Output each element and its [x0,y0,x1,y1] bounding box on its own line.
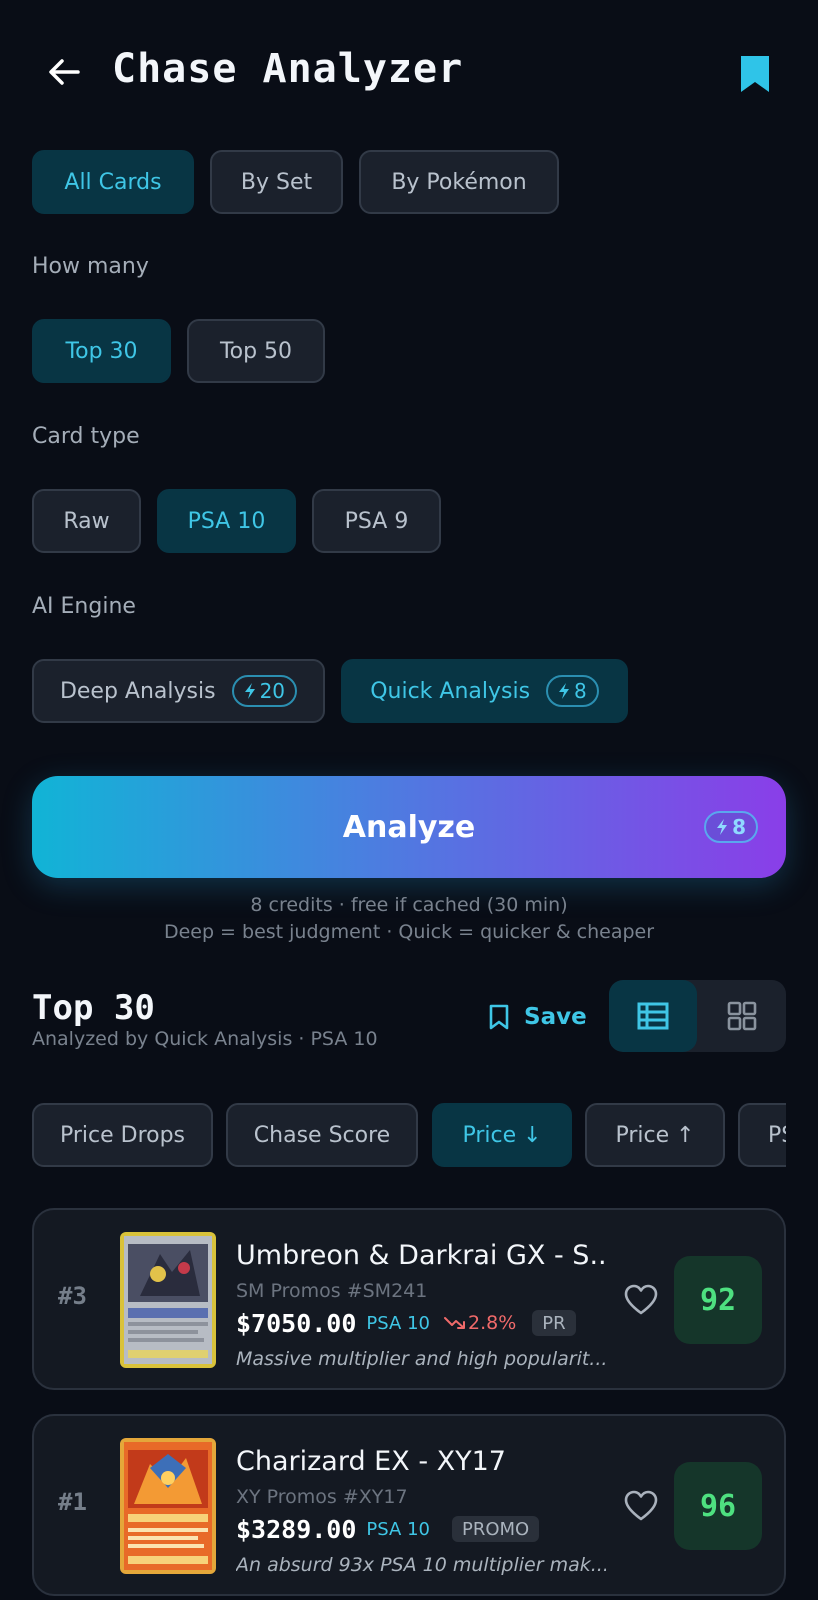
card-image [120,1438,216,1574]
price-change: 2.8% [443,1312,516,1334]
card-price: $7050.00 [236,1308,357,1338]
card-name: Umbreon & Darkrai GX - S... [236,1240,606,1271]
option-psa-9[interactable]: PSA 9 [312,489,441,553]
back-arrow-icon[interactable] [44,52,84,92]
engine-note: Deep = best judgment · Quick = quicker &… [163,921,655,943]
ai-engine-label: AI Engine [32,594,136,619]
card-item[interactable]: #3 Umbreon & Darkrai GX - S... SM Promos… [32,1208,786,1390]
option-quick-analysis[interactable]: Quick Analysis 8 [341,659,628,723]
bolt-icon [559,683,570,699]
option-top-50[interactable]: Top 50 [187,319,325,383]
bookmark-icon[interactable] [738,54,772,94]
card-price-row: $7050.00 PSA 10 2.8% PR [236,1306,576,1340]
chase-score-badge: 92 [674,1256,762,1344]
bolt-icon [717,819,728,835]
card-grade: PSA 10 [366,1312,430,1334]
bolt-icon [244,683,255,699]
card-image [120,1232,216,1368]
card-price: $3289.00 [236,1514,357,1544]
sort-price-desc[interactable]: Price ↓ [432,1103,572,1167]
list-view-button[interactable] [609,980,697,1052]
card-set: SM Promos #SM241 [236,1280,428,1302]
card-name: Charizard EX - XY17 [236,1446,506,1477]
card-rank: #1 [58,1488,87,1516]
results-subtitle: Analyzed by Quick Analysis · PSA 10 [32,1028,378,1050]
sort-price-drops[interactable]: Price Drops [32,1103,213,1167]
bookmark-outline-icon [489,1004,509,1030]
results-title: Top 30 [32,988,155,1028]
quick-credits-badge: 8 [546,675,599,707]
tab-by-pokemon[interactable]: By Pokémon [359,150,559,214]
analyze-button[interactable]: Analyze 8 [32,776,786,878]
save-label: Save [524,1004,587,1030]
card-grade: PSA 10 [366,1518,430,1540]
sort-more[interactable]: PS [738,1103,786,1167]
heart-icon[interactable] [624,1284,658,1316]
quick-analysis-label: Quick Analysis [370,678,531,704]
card-set: XY Promos #XY17 [236,1486,408,1508]
grid-view-icon [727,1001,756,1031]
card-item[interactable]: #1 Charizard EX - XY17 XY Promos #XY17 $… [32,1414,786,1596]
tab-by-set[interactable]: By Set [210,150,343,214]
tab-all-cards[interactable]: All Cards [32,150,194,214]
sort-price-asc[interactable]: Price ↑ [585,1103,725,1167]
list-view-icon [637,1002,669,1030]
how-many-label: How many [32,254,149,279]
card-price-row: $3289.00 PSA 10 PROMO [236,1512,540,1546]
option-raw[interactable]: Raw [32,489,141,553]
chase-score-badge: 96 [674,1462,762,1550]
deep-analysis-label: Deep Analysis [59,678,216,704]
card-description: Massive multiplier and high popularit... [236,1348,606,1370]
card-description: An absurd 93x PSA 10 multiplier mak... [236,1554,606,1576]
option-top-30[interactable]: Top 30 [32,319,171,383]
option-psa-10[interactable]: PSA 10 [157,489,296,553]
heart-icon[interactable] [624,1490,658,1522]
page-title: Chase Analyzer [112,46,464,92]
analyze-credits-badge: 8 [704,811,758,843]
view-toggle [609,980,786,1052]
grid-view-button[interactable] [697,980,786,1052]
deep-credits-badge: 20 [231,675,298,707]
save-button[interactable]: Save [488,1000,587,1034]
sort-options: Price Drops Chase Score Price ↓ Price ↑ … [32,1103,786,1167]
card-tag: PROMO [451,1516,540,1542]
option-deep-analysis[interactable]: Deep Analysis 20 [32,659,325,723]
credits-note: 8 credits · free if cached (30 min) [250,894,568,916]
sort-chase-score[interactable]: Chase Score [226,1103,418,1167]
trend-down-icon [443,1317,465,1329]
analyze-label: Analyze [342,809,476,845]
card-rank: #3 [58,1282,87,1310]
card-type-label: Card type [32,424,140,449]
card-tag: PR [532,1310,576,1336]
